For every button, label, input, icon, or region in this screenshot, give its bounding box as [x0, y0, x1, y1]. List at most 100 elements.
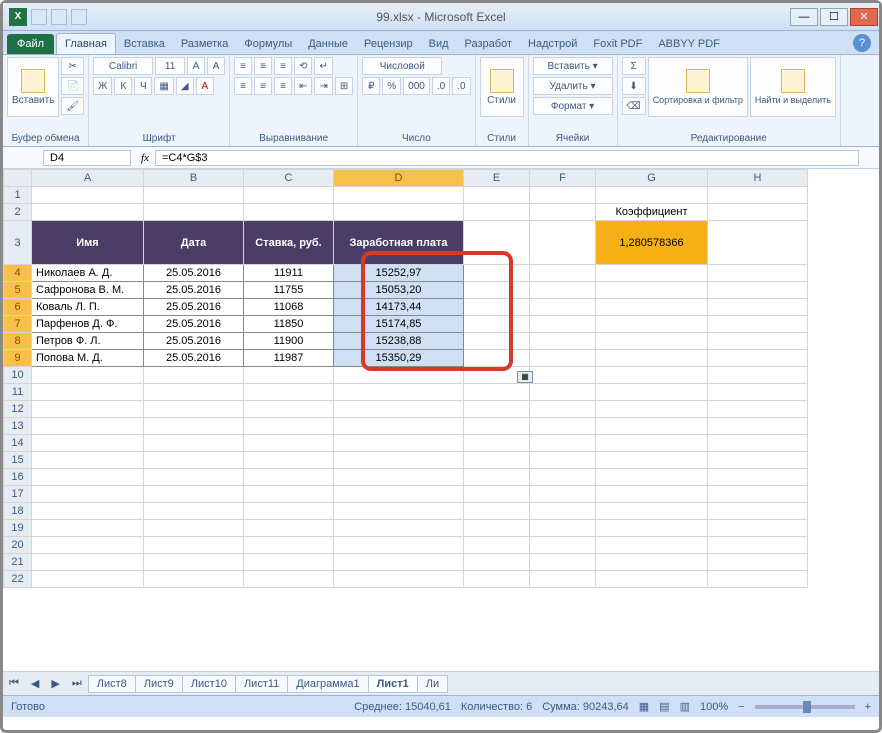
- font-size-select[interactable]: 11: [155, 57, 185, 75]
- cell-D5[interactable]: 15053,20: [334, 282, 464, 299]
- cell-E16[interactable]: [464, 469, 530, 486]
- close-button[interactable]: ✕: [850, 8, 878, 26]
- comma-button[interactable]: 000: [403, 77, 430, 95]
- formula-input[interactable]: =C4*G$3: [155, 150, 859, 166]
- cell-H1[interactable]: [708, 187, 808, 204]
- spreadsheet-grid[interactable]: ABCDEFGH12Коэффициент3ИмяДатаСтавка, руб…: [3, 169, 879, 671]
- cell-D8[interactable]: 15238,88: [334, 333, 464, 350]
- cell-F6[interactable]: [530, 299, 596, 316]
- cell-E4[interactable]: [464, 265, 530, 282]
- cell-G9[interactable]: [596, 350, 708, 367]
- undo-button[interactable]: [51, 9, 67, 25]
- cell-C6[interactable]: 11068: [244, 299, 334, 316]
- cell-E9[interactable]: [464, 350, 530, 367]
- cell-B21[interactable]: [144, 554, 244, 571]
- align-left-button[interactable]: ≡: [234, 77, 252, 95]
- row-header-5[interactable]: 5: [4, 282, 32, 299]
- cell-F20[interactable]: [530, 537, 596, 554]
- row-header-22[interactable]: 22: [4, 571, 32, 588]
- cell-C14[interactable]: [244, 435, 334, 452]
- cell-F10[interactable]: [530, 367, 596, 384]
- cell-H4[interactable]: [708, 265, 808, 282]
- cell-D7[interactable]: 15174,85: [334, 316, 464, 333]
- cell-D19[interactable]: [334, 520, 464, 537]
- cell-F2[interactable]: [530, 204, 596, 221]
- tab-developer[interactable]: Разработ: [457, 34, 520, 54]
- cell-A3[interactable]: Имя: [32, 221, 144, 265]
- cell-G2[interactable]: Коэффициент: [596, 204, 708, 221]
- sheet-tab-Лист11[interactable]: Лист11: [235, 675, 288, 693]
- cell-H20[interactable]: [708, 537, 808, 554]
- cell-B12[interactable]: [144, 401, 244, 418]
- row-header-4[interactable]: 4: [4, 265, 32, 282]
- sheet-nav-first[interactable]: ⏮: [3, 677, 25, 690]
- sheet-tab-Лист1[interactable]: Лист1: [368, 675, 418, 693]
- cell-E22[interactable]: [464, 571, 530, 588]
- cell-F22[interactable]: [530, 571, 596, 588]
- row-header-6[interactable]: 6: [4, 299, 32, 316]
- cell-B22[interactable]: [144, 571, 244, 588]
- cell-D21[interactable]: [334, 554, 464, 571]
- cell-G7[interactable]: [596, 316, 708, 333]
- redo-button[interactable]: [71, 9, 87, 25]
- cell-F16[interactable]: [530, 469, 596, 486]
- cell-C21[interactable]: [244, 554, 334, 571]
- cell-C10[interactable]: [244, 367, 334, 384]
- cell-C1[interactable]: [244, 187, 334, 204]
- cell-B16[interactable]: [144, 469, 244, 486]
- cell-B4[interactable]: 25.05.2016: [144, 265, 244, 282]
- cell-G18[interactable]: [596, 503, 708, 520]
- cell-D22[interactable]: [334, 571, 464, 588]
- cell-A4[interactable]: Николаев А. Д.: [32, 265, 144, 282]
- align-bottom-button[interactable]: ≡: [274, 57, 292, 75]
- col-header-C[interactable]: C: [244, 170, 334, 187]
- cell-B6[interactable]: 25.05.2016: [144, 299, 244, 316]
- cell-A17[interactable]: [32, 486, 144, 503]
- merge-button[interactable]: ⊞: [335, 77, 353, 95]
- zoom-in-button[interactable]: +: [865, 701, 871, 713]
- tab-layout[interactable]: Разметка: [173, 34, 237, 54]
- cell-H2[interactable]: [708, 204, 808, 221]
- cell-C8[interactable]: 11900: [244, 333, 334, 350]
- underline-button[interactable]: Ч: [134, 77, 152, 95]
- col-header-A[interactable]: A: [32, 170, 144, 187]
- file-tab[interactable]: Файл: [7, 34, 54, 54]
- col-header-E[interactable]: E: [464, 170, 530, 187]
- cell-G22[interactable]: [596, 571, 708, 588]
- cell-A19[interactable]: [32, 520, 144, 537]
- cell-F12[interactable]: [530, 401, 596, 418]
- indent-decrease-button[interactable]: ⇤: [294, 77, 312, 95]
- minimize-button[interactable]: —: [790, 8, 818, 26]
- cell-E7[interactable]: [464, 316, 530, 333]
- cell-C19[interactable]: [244, 520, 334, 537]
- row-header-15[interactable]: 15: [4, 452, 32, 469]
- cell-C9[interactable]: 11987: [244, 350, 334, 367]
- sheet-tab-Ли[interactable]: Ли: [417, 675, 448, 693]
- cell-A20[interactable]: [32, 537, 144, 554]
- cell-B14[interactable]: [144, 435, 244, 452]
- cell-H6[interactable]: [708, 299, 808, 316]
- view-normal-button[interactable]: ▦: [639, 700, 649, 713]
- cell-A11[interactable]: [32, 384, 144, 401]
- cell-G19[interactable]: [596, 520, 708, 537]
- cell-B1[interactable]: [144, 187, 244, 204]
- increase-decimal-button[interactable]: .0: [432, 77, 450, 95]
- row-header-9[interactable]: 9: [4, 350, 32, 367]
- cell-G4[interactable]: [596, 265, 708, 282]
- cell-F5[interactable]: [530, 282, 596, 299]
- format-painter-button[interactable]: 🖌: [61, 97, 84, 115]
- cell-B3[interactable]: Дата: [144, 221, 244, 265]
- cell-G5[interactable]: [596, 282, 708, 299]
- row-header-3[interactable]: 3: [4, 221, 32, 265]
- wrap-text-button[interactable]: ↵: [314, 57, 332, 75]
- currency-button[interactable]: ₽: [362, 77, 380, 95]
- sheet-tab-Лист8[interactable]: Лист8: [88, 675, 136, 693]
- cell-B9[interactable]: 25.05.2016: [144, 350, 244, 367]
- align-top-button[interactable]: ≡: [234, 57, 252, 75]
- name-box[interactable]: D4: [43, 150, 131, 166]
- cell-A10[interactable]: [32, 367, 144, 384]
- cell-G14[interactable]: [596, 435, 708, 452]
- cell-C2[interactable]: [244, 204, 334, 221]
- help-button[interactable]: ?: [853, 34, 871, 52]
- cell-H7[interactable]: [708, 316, 808, 333]
